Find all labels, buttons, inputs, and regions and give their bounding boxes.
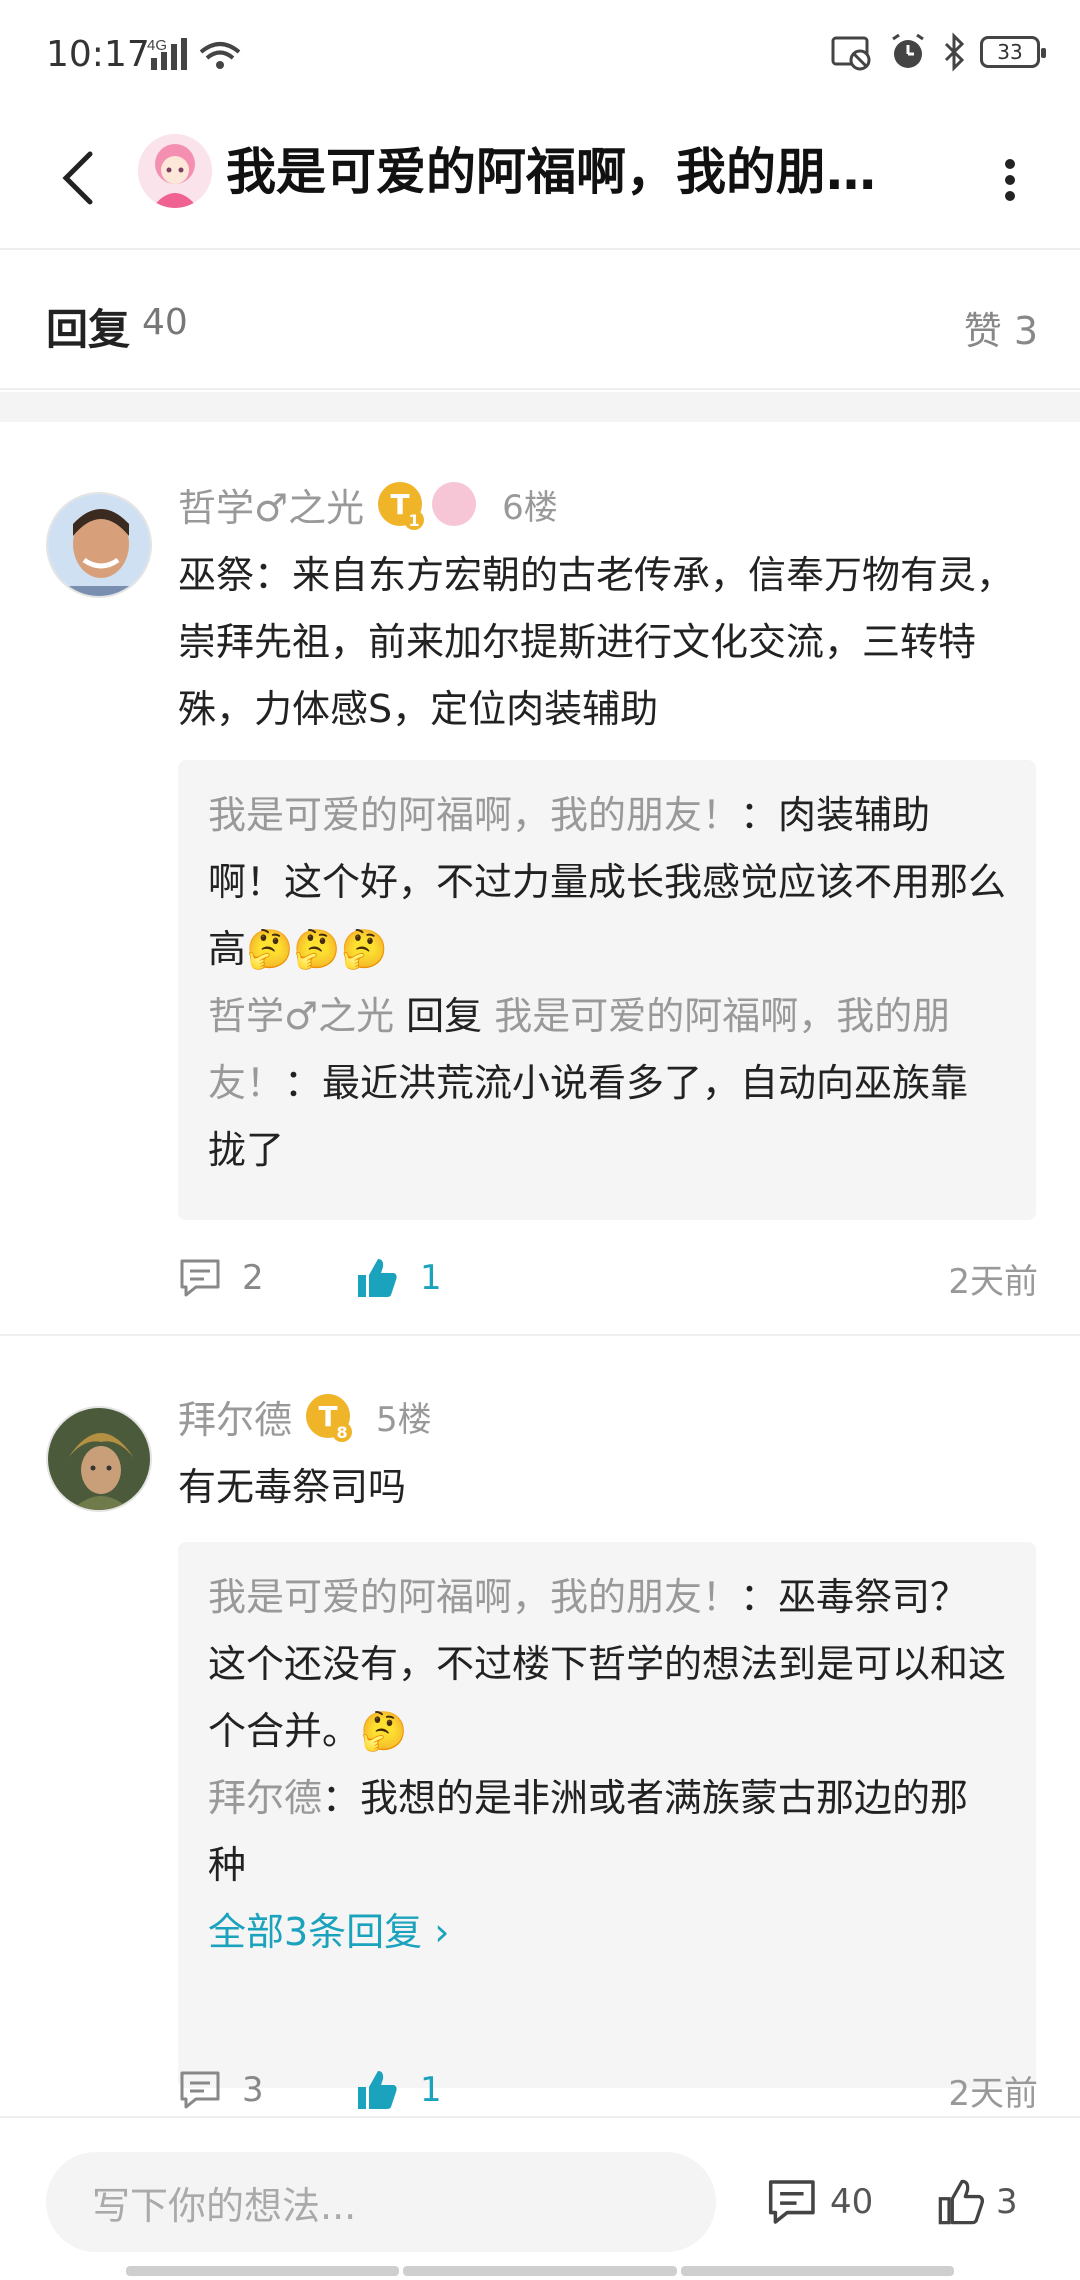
like-count: 1: [420, 1258, 442, 1298]
like-count: 1: [420, 2070, 442, 2110]
comment-time: 2天前: [948, 2073, 1038, 2114]
bottom-comment-count: 40: [830, 2182, 874, 2222]
cast-off-icon: [831, 36, 871, 71]
anime-avatar-icon: [138, 134, 212, 208]
bottom-comment-button[interactable]: 40: [766, 2162, 873, 2242]
reply-thread[interactable]: 我是可爱的阿福啊，我的朋友！：巫毒祭司？这个还没有，不过楼下哲学的想法到是可以和…: [178, 1542, 1036, 2088]
reply-author[interactable]: 拜尔德: [208, 1776, 322, 1820]
status-time: 10:17: [46, 34, 150, 75]
comment-actions: 2 1 2天前: [178, 1248, 1038, 1308]
reply-author[interactable]: 我是可爱的阿福啊，我的朋友！: [208, 1575, 740, 1619]
alarm-icon: [892, 33, 924, 68]
signal-icon: 4G: [147, 37, 241, 70]
view-all-replies-link[interactable]: 全部3条回复 ›: [208, 1899, 1006, 1966]
thumbs-up-icon: [358, 1259, 397, 1297]
bottom-bar: 写下你的想法... 40 3: [0, 2116, 1080, 2280]
comment-meta: 拜尔德 T8 5楼: [178, 1386, 432, 1446]
thread-reply: 哲学♂之光 回复 我是可爱的阿福啊，我的朋友！：最近洪荒流小说看多了，自动向巫族…: [208, 983, 1006, 1184]
comment-count: 3: [242, 2070, 264, 2110]
comment-icon: [180, 1259, 220, 1297]
comment-body: 巫祭：来自东方宏朝的古老传承，信奉万物有灵，崇拜先祖，前来加尔提斯进行文化交流，…: [178, 553, 1015, 731]
comment-body: 有无毒祭司吗: [178, 1465, 407, 1509]
comment-time: 2天前: [948, 1261, 1038, 1302]
reply-author[interactable]: 我是可爱的阿福啊，我的朋友！: [208, 793, 740, 837]
thread-reply: 我是可爱的阿福啊，我的朋友！：巫毒祭司？这个还没有，不过楼下哲学的想法到是可以和…: [208, 1564, 1006, 1765]
comment-author[interactable]: 拜尔德: [178, 1389, 292, 1444]
back-button[interactable]: [38, 138, 118, 218]
status-bar: 10:17 4G 33: [0, 0, 1080, 110]
bluetooth-icon: [944, 32, 965, 72]
comment-button[interactable]: 3: [178, 2060, 264, 2120]
like-button[interactable]: 1: [354, 1248, 442, 1308]
page-title: 我是可爱的阿福啊，我的朋…: [226, 143, 876, 201]
reply-thread[interactable]: 我是可爱的阿福啊，我的朋友！：肉装辅助啊！这个好，不过力量成长我感觉应该不用那么…: [178, 760, 1036, 1220]
battery-icon: 33: [980, 36, 1046, 68]
reply-count: 40: [142, 302, 188, 343]
more-vertical-icon: [1005, 159, 1015, 201]
like-button[interactable]: 1: [354, 2060, 442, 2120]
author-avatar[interactable]: [138, 134, 212, 208]
comment-input[interactable]: 写下你的想法...: [46, 2152, 716, 2252]
thread-reply: 我是可爱的阿福啊，我的朋友！：肉装辅助啊！这个好，不过力量成长我感觉应该不用那么…: [208, 782, 1006, 983]
avatar[interactable]: [46, 492, 152, 598]
thumbs-up-icon: [938, 2179, 984, 2225]
reply-summary-bar: 回复 40 赞 3: [0, 250, 1080, 390]
reply-word: 回复: [406, 994, 483, 1038]
floor-number: 5楼: [376, 1399, 432, 1440]
comment-actions: 3 1 2天前: [178, 2060, 1038, 2120]
comment-count: 2: [242, 1258, 264, 1298]
thumbs-up-icon: [358, 2071, 397, 2109]
like-summary[interactable]: 赞 3: [964, 300, 1038, 355]
comment-meta: 哲学♂之光 T1 6楼: [178, 474, 558, 534]
bottom-like-count: 3: [996, 2182, 1018, 2222]
bottom-like-button[interactable]: 3: [936, 2162, 1018, 2242]
comment-icon: [180, 2071, 220, 2109]
level-badge-icon: T8: [306, 1394, 353, 1442]
user-photo-icon: [48, 1408, 150, 1510]
reply-label: 回复: [46, 305, 131, 354]
user-photo-icon: [48, 494, 150, 596]
chevron-left-icon: [62, 151, 93, 205]
comment-author[interactable]: 哲学♂之光: [178, 477, 364, 532]
reply-text: ：我想的是非洲或者满族蒙古那边的那种: [208, 1776, 969, 1887]
network-type: 4G: [147, 37, 167, 54]
level-badge-icon: T1: [378, 482, 425, 530]
more-options-button[interactable]: [980, 140, 1040, 220]
navigation-indicator: [126, 2266, 954, 2276]
battery-level: 33: [997, 40, 1023, 64]
comment-icon: [768, 2180, 815, 2224]
title-bar: 我是可爱的阿福啊，我的朋…: [0, 110, 1080, 250]
fan-badge-icon: [432, 482, 477, 526]
section-gap: [0, 392, 1080, 422]
divider: [0, 1334, 1080, 1336]
thread-reply: 拜尔德：我想的是非洲或者满族蒙古那边的那种: [208, 1765, 1006, 1899]
comment-button[interactable]: 2: [178, 1248, 264, 1308]
reply-text: ：最近洪荒流小说看多了，自动向巫族靠拢了: [208, 1061, 969, 1172]
reply-author[interactable]: 哲学♂之光: [208, 994, 394, 1038]
floor-number: 6楼: [502, 487, 558, 528]
avatar[interactable]: [46, 1406, 152, 1512]
